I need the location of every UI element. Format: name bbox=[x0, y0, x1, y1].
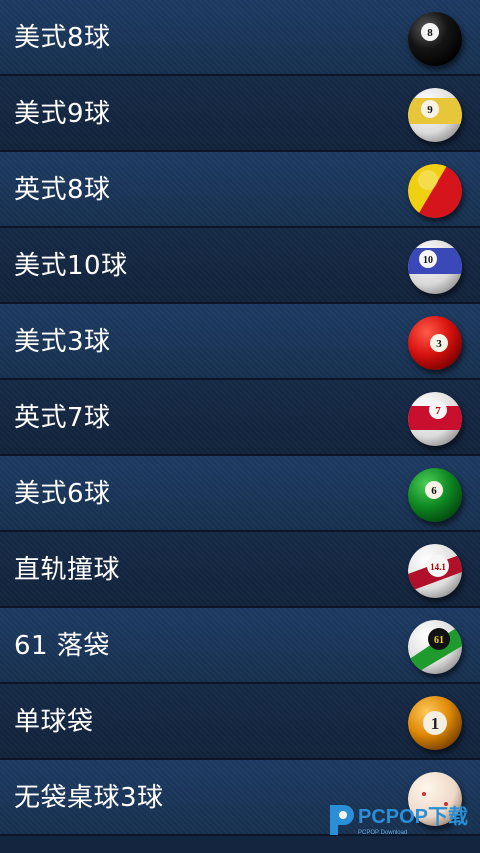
list-item-label: 美式9球 bbox=[14, 99, 111, 129]
list-item-straight-pool[interactable]: 直轨撞球 14.1 bbox=[0, 532, 480, 608]
three-ball-icon: 3 bbox=[408, 316, 462, 370]
nine-ball-icon: 9 bbox=[408, 88, 462, 142]
list-item-label: 英式7球 bbox=[14, 403, 111, 433]
ball-number: 3 bbox=[436, 338, 442, 350]
seven-ball-icon: 7 bbox=[408, 392, 462, 446]
sixty-one-ball-icon: 61 bbox=[408, 620, 462, 674]
list-item-us-9-ball[interactable]: 美式9球 9 bbox=[0, 76, 480, 152]
list-item-one-pocket[interactable]: 单球袋 1 bbox=[0, 684, 480, 760]
list-item-label: 美式8球 bbox=[14, 23, 111, 53]
ball-number: 7 bbox=[435, 405, 441, 417]
list-item-label: 61 落袋 bbox=[14, 631, 110, 661]
list-item-us-3-ball[interactable]: 美式3球 3 bbox=[0, 304, 480, 380]
list-item-label: 美式6球 bbox=[14, 479, 111, 509]
ball-number: 8 bbox=[427, 27, 433, 39]
ball-number: 9 bbox=[427, 104, 433, 116]
ball-number: 1 bbox=[431, 714, 440, 733]
ball-number: 61 bbox=[434, 635, 444, 646]
game-mode-list: 美式8球 8 美式9球 9 英式8球 美式10球 10 美式3球 3 英式7球 … bbox=[0, 0, 480, 853]
list-item-label: 美式3球 bbox=[14, 327, 111, 357]
watermark-subtext: PCPOP Download bbox=[358, 830, 407, 836]
list-item-us-10-ball[interactable]: 美式10球 10 bbox=[0, 228, 480, 304]
eight-ball-icon: 8 bbox=[408, 12, 462, 66]
list-item-uk-8-ball[interactable]: 英式8球 bbox=[0, 152, 480, 228]
english-eight-ball-icon bbox=[408, 164, 462, 218]
list-item-uk-7-ball[interactable]: 英式7球 7 bbox=[0, 380, 480, 456]
watermark-text: PCPOP下载 bbox=[358, 804, 468, 828]
straight-pool-ball-icon: 14.1 bbox=[408, 544, 462, 598]
list-item-us-8-ball[interactable]: 美式8球 8 bbox=[0, 0, 480, 76]
six-ball-icon: 6 bbox=[408, 468, 462, 522]
ball-number: 14.1 bbox=[430, 562, 446, 572]
ball-number: 6 bbox=[431, 485, 437, 497]
list-item-label: 美式10球 bbox=[14, 251, 128, 281]
list-item-us-6-ball[interactable]: 美式6球 6 bbox=[0, 456, 480, 532]
list-item-label: 直轨撞球 bbox=[14, 555, 121, 585]
list-item-61-pocket[interactable]: 61 落袋 61 bbox=[0, 608, 480, 684]
list-item-label: 无袋桌球3球 bbox=[14, 783, 164, 813]
ball-number: 10 bbox=[423, 255, 433, 266]
ten-ball-icon: 10 bbox=[408, 240, 462, 294]
pcpop-watermark: PCPOP下载 PCPOP Download bbox=[324, 799, 474, 839]
one-pocket-ball-icon: 1 bbox=[408, 696, 462, 750]
list-item-label: 单球袋 bbox=[14, 707, 94, 737]
list-item-label: 英式8球 bbox=[14, 175, 111, 205]
